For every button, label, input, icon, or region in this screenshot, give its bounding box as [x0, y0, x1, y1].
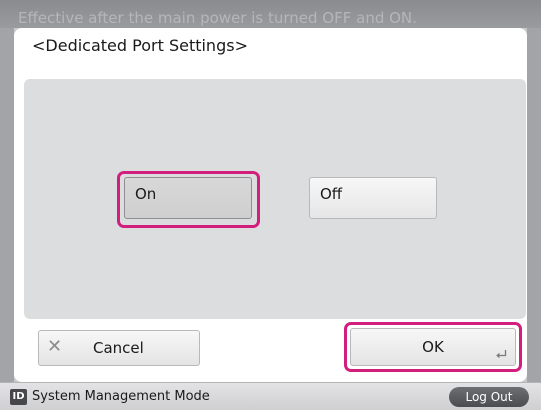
cancel-button[interactable]: ✕ Cancel: [38, 330, 200, 366]
options-panel: On Off: [24, 79, 526, 319]
ok-label: OK: [422, 338, 444, 356]
background-header: Effective after the main power is turned…: [0, 0, 541, 28]
dedicated-port-settings-dialog: <Dedicated Port Settings> On Off ✕ Cance…: [14, 28, 527, 382]
off-button[interactable]: Off: [309, 177, 437, 219]
ok-button[interactable]: OK: [350, 328, 516, 366]
enter-icon: [496, 350, 507, 358]
background-notice: Effective after the main power is turned…: [18, 9, 417, 27]
close-icon: ✕: [47, 336, 63, 357]
id-icon: ID: [10, 389, 27, 405]
system-management-mode-label: System Management Mode: [32, 389, 210, 404]
log-out-button[interactable]: Log Out: [449, 387, 529, 407]
cancel-label: Cancel: [93, 339, 144, 357]
status-bar: ID System Management Mode Log Out: [0, 382, 541, 410]
background-right-strip: [527, 28, 541, 382]
on-button[interactable]: On: [124, 177, 252, 219]
dialog-title: <Dedicated Port Settings>: [32, 36, 248, 55]
background-left-strip: [0, 28, 14, 382]
